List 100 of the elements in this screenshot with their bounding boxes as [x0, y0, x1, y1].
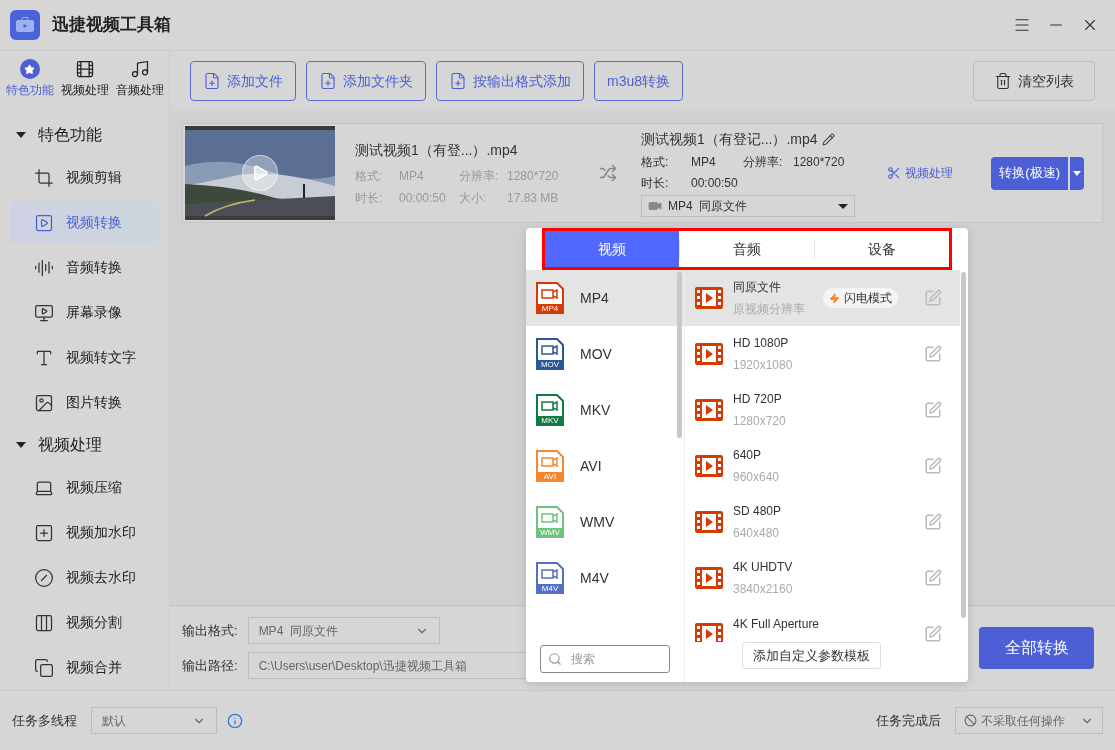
format-item[interactable]: MP4 MP4: [526, 270, 684, 326]
field-label: 输出路径:: [182, 656, 238, 675]
edit-icon[interactable]: [924, 569, 942, 587]
edit-icon[interactable]: [924, 289, 942, 307]
prohibited-icon: [964, 714, 977, 727]
preset-name: 同原文件: [733, 279, 782, 296]
music-note-icon: [129, 59, 150, 79]
sidebar-item[interactable]: 音频转换: [10, 246, 159, 289]
sidebar-item[interactable]: 视频加水印: [10, 511, 159, 554]
columns-icon: [34, 612, 54, 633]
threads-dropdown[interactable]: 默认: [91, 707, 217, 734]
dropdown-triangle-icon: [1073, 170, 1081, 176]
play-icon: [251, 164, 269, 182]
film-icon: [695, 455, 723, 477]
meta-value: 00:00:50: [399, 189, 447, 207]
edit-icon[interactable]: [924, 625, 942, 642]
toolbar-button[interactable]: 按输出格式添加: [436, 61, 584, 101]
info-icon[interactable]: [227, 712, 243, 729]
sidebar-item[interactable]: 视频压缩: [10, 466, 159, 509]
threads-label: 任务多线程: [12, 711, 77, 730]
file-plus-icon: [449, 72, 467, 90]
preset-resolution: 1920x1080: [733, 357, 793, 374]
preset-resolution: 960x640: [733, 469, 780, 486]
edit-icon[interactable]: [924, 345, 942, 363]
file-plus-icon: [319, 72, 337, 90]
audio-wave-icon: [34, 257, 54, 278]
video-camera-icon: [648, 199, 662, 213]
sidebar-item[interactable]: 屏幕录像: [10, 291, 159, 334]
meta-label: 大小:: [459, 189, 488, 207]
crop-icon: [34, 167, 54, 188]
convert-all-button[interactable]: 全部转换: [979, 627, 1094, 669]
nav-tab[interactable]: 视频处理: [60, 59, 109, 99]
toolbar-button[interactable]: 添加文件: [190, 61, 296, 101]
menu-icon[interactable]: [1013, 16, 1031, 34]
play-square-icon: [34, 212, 54, 233]
edit-icon[interactable]: [924, 401, 942, 419]
play-button[interactable]: [242, 155, 278, 191]
edit-icon[interactable]: [924, 513, 942, 531]
output-file-name: 测试视频1（有登记...）.mp4: [641, 130, 818, 149]
app-logo-icon: [10, 10, 40, 40]
square-plus-icon: [34, 522, 54, 543]
shuffle-icon: [599, 164, 617, 182]
add-template-button[interactable]: 添加自定义参数模板: [742, 642, 881, 669]
pencil-icon[interactable]: [821, 133, 835, 146]
preset-resolution: 1280x720: [733, 413, 786, 430]
preset-name: HD 1080P: [733, 335, 790, 352]
film-strip-icon: [74, 59, 95, 79]
preset-name: 640P: [733, 447, 763, 464]
sidebar-item[interactable]: 视频合并: [10, 646, 159, 689]
preset-name: 4K Full Aperture: [733, 616, 820, 633]
meta-label: 时长:: [355, 189, 384, 207]
toolbar-button[interactable]: 添加文件夹: [306, 61, 426, 101]
search-icon: [548, 652, 562, 666]
edit-icon[interactable]: [924, 457, 942, 475]
meta-value: 1280*720: [507, 167, 559, 185]
toolbar-button[interactable]: m3u8转换: [594, 61, 684, 101]
video-process-link[interactable]: 视频处理: [887, 164, 953, 182]
source-file-name: 测试视频1（有登...）.mp4: [355, 140, 519, 160]
nav-tab[interactable]: 特色功能: [5, 59, 54, 99]
film-icon: [695, 399, 723, 421]
convert-options-button[interactable]: [1070, 156, 1084, 190]
meta-value: 1280*720: [793, 154, 845, 171]
file-format-icon: WMV: [536, 506, 564, 538]
sidebar-item[interactable]: 视频转换: [10, 201, 159, 244]
scissors-icon: [887, 166, 901, 180]
preset-name: SD 480P: [733, 503, 782, 520]
monitor-play-icon: [34, 302, 54, 323]
meta-value: MP4: [691, 154, 717, 171]
sidebar-item[interactable]: 视频分割: [10, 601, 159, 644]
after-task-dropdown[interactable]: 不采取任何操作: [955, 707, 1103, 734]
nav-tab[interactable]: 音频处理: [115, 59, 164, 99]
sidebar-item[interactable]: 视频转文字: [10, 336, 159, 379]
slashed-circle-icon: [34, 567, 54, 588]
triangle-icon: [16, 442, 26, 448]
sidebar-item[interactable]: 视频剪辑: [10, 156, 159, 199]
film-icon: [695, 567, 723, 589]
preset-name: 4K UHDTV: [733, 559, 793, 576]
format-tab[interactable]: 视频: [545, 231, 679, 267]
output-format-dropdown[interactable]: MP4 同原文件: [247, 617, 440, 644]
dropdown-triangle-icon: [838, 203, 848, 209]
sidebar-item[interactable]: 视频去水印: [10, 556, 159, 599]
after-task-label: 任务完成后: [876, 711, 941, 730]
lightning-mode-badge: 闪电模式: [823, 288, 898, 308]
file-format-icon: MP4: [536, 282, 564, 314]
field-label: 输出格式:: [182, 621, 238, 640]
sidebar-item[interactable]: 图片转换: [10, 381, 159, 424]
file-format-icon: MKV: [536, 394, 564, 426]
output-format-select[interactable]: MP4 同原文件: [641, 195, 855, 217]
sidebar-group-header[interactable]: 视频处理: [0, 425, 169, 465]
preset-resolution: 3840x2160: [733, 581, 793, 598]
convert-button[interactable]: 转换(极速): [991, 156, 1068, 190]
film-icon: [695, 511, 723, 533]
clear-list-button[interactable]: 清空列表: [973, 61, 1095, 101]
window-title: 迅捷视频工具箱: [52, 14, 171, 37]
film-icon: [695, 623, 723, 642]
sidebar-group-header[interactable]: 特色功能: [0, 115, 169, 155]
search-field[interactable]: 搜索: [540, 645, 670, 673]
film-icon: [695, 343, 723, 365]
meta-label: 时长:: [641, 175, 670, 192]
triangle-icon: [16, 132, 26, 138]
